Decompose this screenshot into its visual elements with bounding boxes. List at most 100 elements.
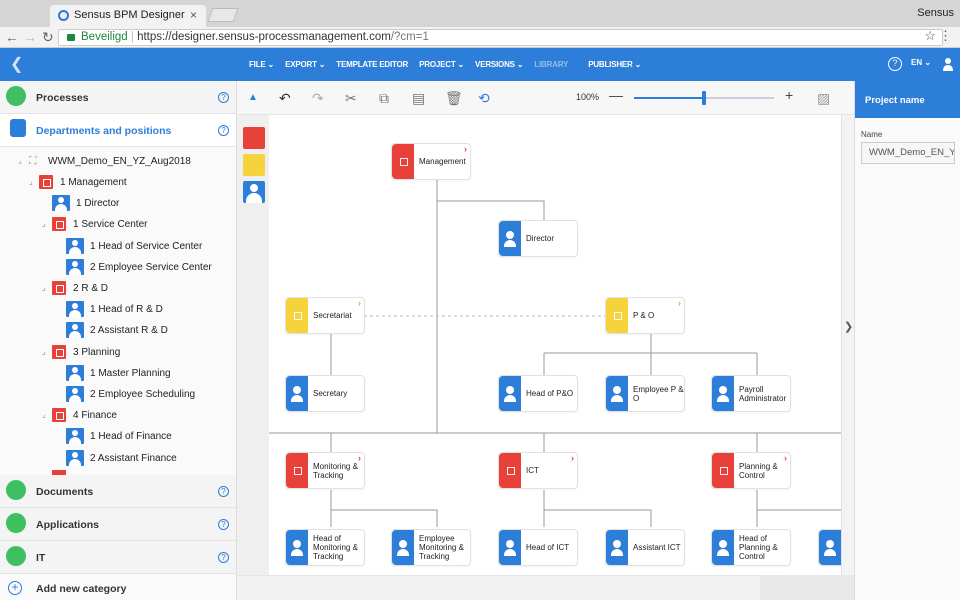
category-departments-and-positions[interactable]: Departments and positions? <box>0 114 236 147</box>
menu-item-templateeditor[interactable]: TEMPLATE EDITOR <box>336 60 408 69</box>
redo-icon[interactable]: ↷ <box>312 90 324 107</box>
chevron-right-icon[interactable]: › <box>784 453 787 463</box>
tree-unit-item[interactable]: ⌟ 4 Finance <box>0 405 236 426</box>
person-shape-icon[interactable] <box>243 181 265 203</box>
person-head <box>826 540 834 548</box>
tree-unit-item[interactable]: ⌟ 2 R & D <box>0 278 236 299</box>
reload-icon[interactable]: ↻ <box>42 29 54 46</box>
node-extra[interactable] <box>818 529 841 566</box>
tree-position-item[interactable]: 2 Assistant R & D <box>0 320 236 341</box>
node-asstict[interactable]: Assistant ICT <box>605 529 685 566</box>
browser-tab[interactable]: Sensus BPM Designer × <box>50 5 206 27</box>
tree-project-root[interactable]: ⌟ ⛶ WWM_Demo_EN_YZ_Aug2018 <box>0 151 236 172</box>
collapse-up-icon[interactable]: ▲ <box>248 92 258 103</box>
node-po[interactable]: P & O › <box>605 297 685 334</box>
menu-item-publisher[interactable]: PUBLISHER ⌄ <box>588 60 641 69</box>
collapse-toggle-icon[interactable]: ⌟ <box>18 156 22 165</box>
node-planning[interactable]: Planning & Control › <box>711 452 791 489</box>
zoom-out-button[interactable]: — <box>609 87 623 103</box>
add-category-button[interactable]: + Add new category <box>0 579 236 600</box>
chevron-right-icon[interactable]: › <box>358 298 361 308</box>
tree-unit-item[interactable]: ⌟ 1 Service Center <box>0 214 236 235</box>
category-applications[interactable]: Applications? <box>0 508 236 541</box>
browser-profile-name[interactable]: Sensus <box>917 7 954 19</box>
node-secretariat[interactable]: Secretariat › <box>285 297 365 334</box>
chevron-right-icon[interactable]: › <box>571 453 574 463</box>
panel-collapse-bar[interactable]: ❯ <box>841 115 854 575</box>
bookmark-star-icon[interactable]: ☆ <box>924 28 936 44</box>
tree-position-item[interactable]: 2 Employee Service Center <box>0 257 236 278</box>
url-field[interactable]: Beveiligd | https://designer.sensus-proc… <box>58 29 943 46</box>
undo-icon[interactable]: ↶ <box>279 90 291 107</box>
tab-close-icon[interactable]: × <box>190 8 197 22</box>
chevron-right-icon[interactable]: › <box>678 298 681 308</box>
collapse-toggle-icon[interactable]: ⌟ <box>42 410 46 419</box>
help-icon[interactable]: ? <box>218 519 229 530</box>
help-icon[interactable]: ? <box>218 486 229 497</box>
browser-menu-icon[interactable]: ⋮ <box>939 28 952 44</box>
tree-position-item[interactable]: 1 Head of Finance <box>0 426 236 447</box>
category-documents[interactable]: Documents? <box>0 475 236 508</box>
person-body <box>55 204 67 212</box>
copy-icon[interactable]: ⧉ <box>379 90 389 107</box>
tree-position-item[interactable]: 1 Head of Service Center <box>0 236 236 257</box>
unit-icon <box>39 175 53 189</box>
node-emppo[interactable]: Employee P & O <box>605 375 685 412</box>
tree-unit-item-partial <box>52 470 66 475</box>
collapse-toggle-icon[interactable]: ⌟ <box>42 347 46 356</box>
node-director[interactable]: Director <box>498 220 578 257</box>
node-headplan[interactable]: Head of Planning & Control <box>711 529 791 566</box>
cut-icon[interactable]: ✂ <box>345 90 357 107</box>
project-name-field[interactable]: WWM_Demo_EN_YZ_Aug2018 <box>861 142 955 164</box>
node-headict[interactable]: Head of ICT <box>498 529 578 566</box>
delete-icon[interactable]: 🗑 <box>445 90 463 107</box>
node-headpo[interactable]: Head of P&O <box>498 375 578 412</box>
category-it[interactable]: IT? <box>0 541 236 574</box>
menu-item-export[interactable]: EXPORT ⌄ <box>285 60 325 69</box>
chevron-left-icon[interactable]: ❮ <box>10 54 23 74</box>
node-monitoring[interactable]: Monitoring & Tracking › <box>285 452 365 489</box>
menu-item-file[interactable]: FILE ⌄ <box>249 60 274 69</box>
help-icon[interactable]: ? <box>218 552 229 563</box>
zoom-slider-handle[interactable] <box>702 91 706 105</box>
tree-unit-item[interactable]: ⌟ 3 Planning <box>0 342 236 363</box>
node-payroll[interactable]: Payroll Administrator <box>711 375 791 412</box>
node-empmon[interactable]: Employee Monitoring & Tracking <box>391 529 471 566</box>
chevron-right-icon[interactable]: ❯ <box>844 320 853 333</box>
tree-position-item[interactable]: 2 Assistant Finance <box>0 448 236 469</box>
menu-item-versions[interactable]: VERSIONS ⌄ <box>475 60 523 69</box>
collapse-toggle-icon[interactable]: ⌟ <box>42 283 46 292</box>
red-unit-shape-icon[interactable] <box>243 127 265 149</box>
node-headmon[interactable]: Head of Monitoring & Tracking <box>285 529 365 566</box>
tree-position-item[interactable]: 2 Employee Scheduling <box>0 384 236 405</box>
collapse-toggle-icon[interactable]: ⌟ <box>42 219 46 228</box>
tree-unit-item[interactable]: ⌟ 1 Management <box>0 172 236 193</box>
help-icon[interactable]: ? <box>218 92 229 103</box>
zoom-in-button[interactable]: + <box>785 87 793 103</box>
image-export-icon[interactable]: ▨ <box>817 90 830 107</box>
forward-arrow-icon[interactable]: → <box>23 29 37 45</box>
new-tab-button[interactable] <box>207 8 239 22</box>
user-icon[interactable] <box>943 57 953 71</box>
paste-icon[interactable]: ▤ <box>412 90 425 107</box>
org-chart-canvas[interactable]: Management › Director Secretariat › P & O › Sec… <box>269 115 841 575</box>
help-icon[interactable]: ? <box>888 57 902 71</box>
help-icon[interactable]: ? <box>218 125 229 136</box>
node-secretary[interactable]: Secretary <box>285 375 365 412</box>
tree-position-item[interactable]: 1 Master Planning <box>0 363 236 384</box>
unit-icon <box>286 298 308 333</box>
chevron-right-icon[interactable]: › <box>464 144 467 154</box>
tree-position-item[interactable]: 1 Head of R & D <box>0 299 236 320</box>
tree-position-item[interactable]: 1 Director <box>0 193 236 214</box>
chevron-right-icon[interactable]: › <box>358 453 361 463</box>
node-management[interactable]: Management › <box>391 143 471 180</box>
node-label: Employee P & O <box>633 384 684 403</box>
node-ict[interactable]: ICT › <box>498 452 578 489</box>
collapse-toggle-icon[interactable]: ⌟ <box>29 177 33 186</box>
refresh-icon[interactable]: ⟲ <box>478 90 490 107</box>
language-select[interactable]: EN ⌄ <box>911 58 931 67</box>
category-processes[interactable]: Processes? <box>0 81 236 114</box>
back-arrow-icon[interactable]: ← <box>5 29 19 45</box>
yellow-unit-shape-icon[interactable] <box>243 154 265 176</box>
menu-item-project[interactable]: PROJECT ⌄ <box>419 60 464 69</box>
